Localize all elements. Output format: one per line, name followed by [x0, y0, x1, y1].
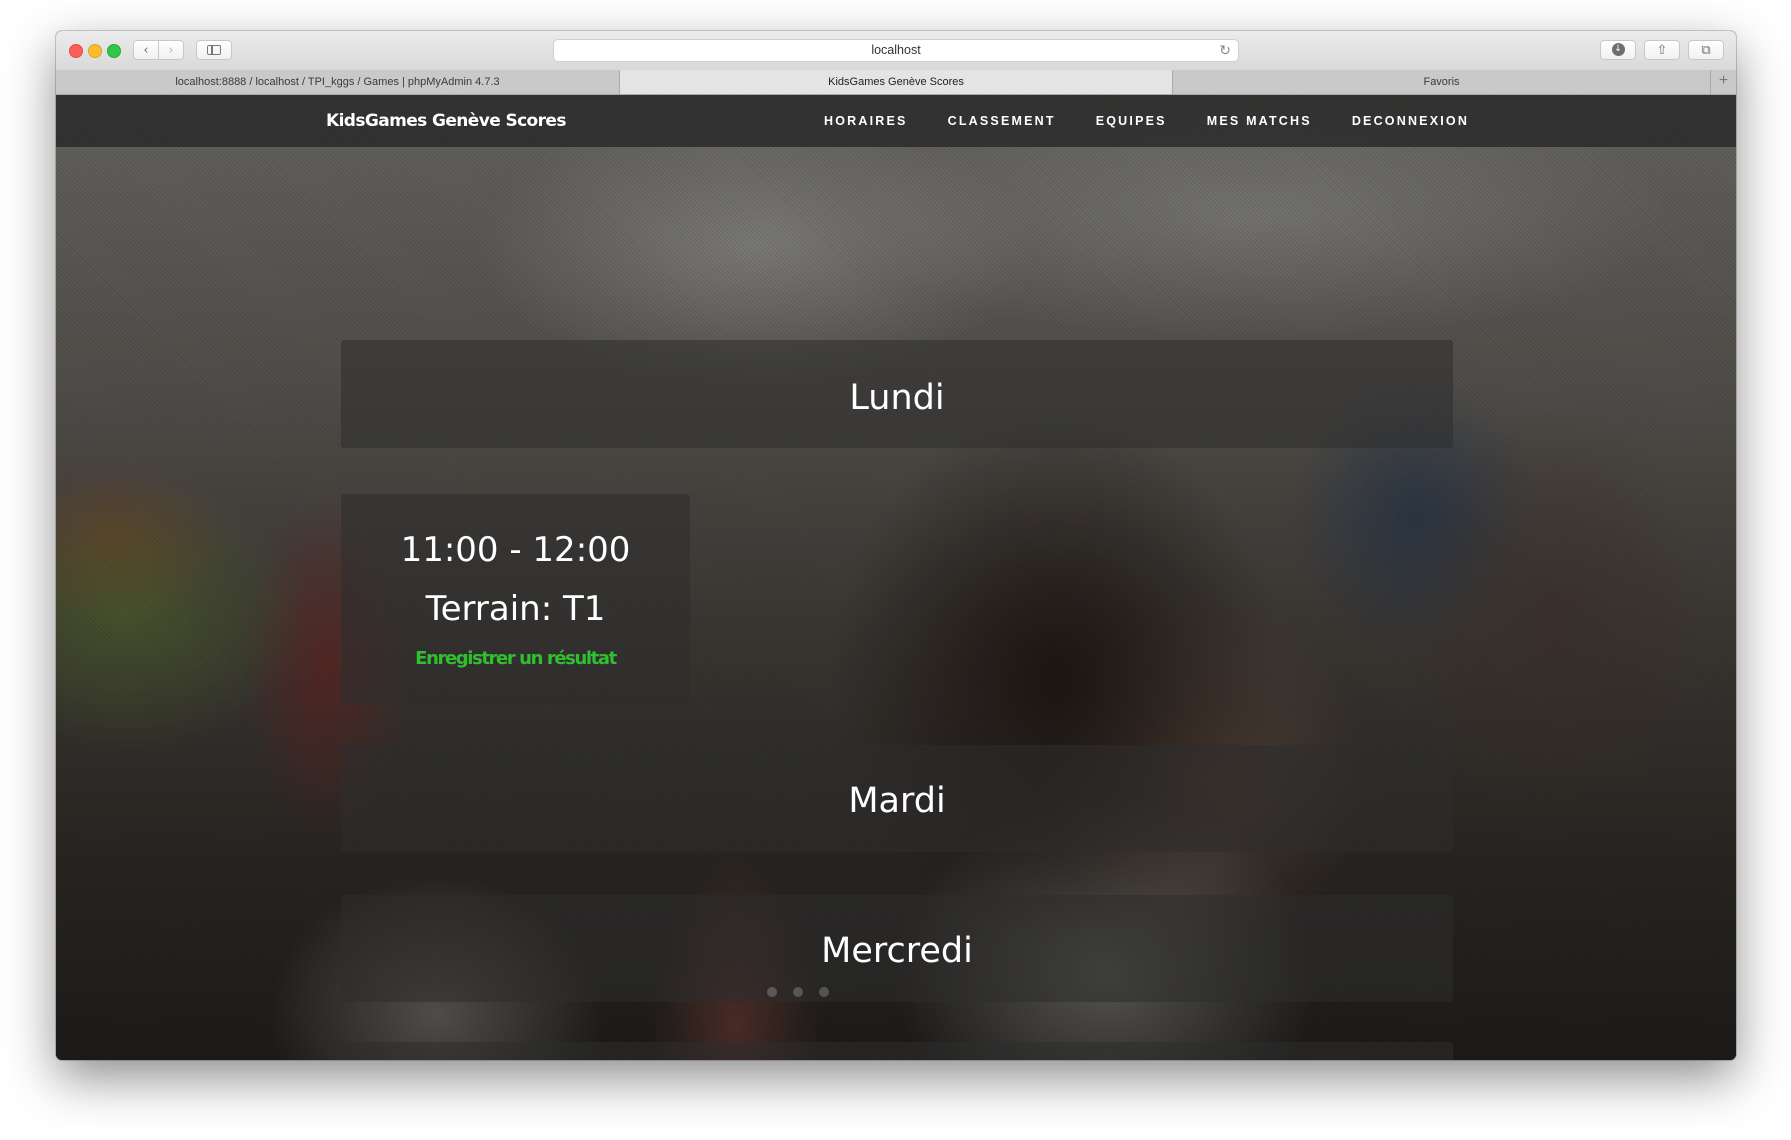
- new-tab-button[interactable]: +: [1711, 70, 1736, 94]
- browser-toolbar: ‹ › localhost ↻ ↓ ⇧ ⧉: [56, 31, 1736, 71]
- nav-deconnexion[interactable]: DECONNEXION: [1352, 95, 1469, 147]
- sidebar-toggle-button[interactable]: [196, 40, 232, 60]
- download-icon: ↓: [1611, 43, 1625, 56]
- address-text: localhost: [871, 43, 921, 57]
- share-icon: ⇧: [1656, 43, 1668, 58]
- record-result-link[interactable]: Enregistrer un résultat: [341, 646, 690, 672]
- carousel-dot[interactable]: [767, 987, 777, 997]
- tab-kidsgames-active[interactable]: KidsGames Genève Scores: [620, 70, 1173, 94]
- day-header-next-partial[interactable]: [341, 1042, 1453, 1060]
- nav-equipes[interactable]: EQUIPES: [1096, 95, 1167, 147]
- day-header-mardi[interactable]: Mardi: [341, 745, 1453, 852]
- match-field: Terrain: T1: [425, 589, 606, 629]
- zoom-window-button[interactable]: [107, 44, 121, 58]
- browser-window: ‹ › localhost ↻ ↓ ⇧ ⧉ localhost:8888 / l…: [56, 31, 1736, 1060]
- nav-links: HORAIRES CLASSEMENT EQUIPES MES MATCHS D…: [824, 95, 1509, 147]
- nav-horaires[interactable]: HORAIRES: [824, 95, 908, 147]
- reload-icon[interactable]: ↻: [1219, 40, 1231, 61]
- schedule-content: Lundi 11:00 - 12:00 Terrain: T1 Enregist…: [56, 95, 1736, 1060]
- site-brand[interactable]: KidsGames Genève Scores: [326, 95, 566, 147]
- carousel-dot[interactable]: [819, 987, 829, 997]
- forward-icon: ›: [168, 43, 174, 58]
- carousel-indicators: [767, 987, 829, 997]
- carousel-dot[interactable]: [793, 987, 803, 997]
- tab-bar: localhost:8888 / localhost / TPI_kggs / …: [56, 70, 1736, 95]
- share-button[interactable]: ⇧: [1644, 40, 1680, 60]
- nav-classement[interactable]: CLASSEMENT: [948, 95, 1056, 147]
- page-viewport: KidsGames Genève Scores HORAIRES CLASSEM…: [56, 95, 1736, 1060]
- show-tabs-button[interactable]: ⧉: [1688, 40, 1724, 60]
- tab-phpmyadmin[interactable]: localhost:8888 / localhost / TPI_kggs / …: [56, 70, 620, 94]
- sidebar-icon: [207, 44, 221, 55]
- back-icon: ‹: [143, 43, 149, 58]
- forward-button[interactable]: ›: [158, 40, 184, 60]
- downloads-button[interactable]: ↓: [1600, 40, 1636, 60]
- day-header-mercredi[interactable]: Mercredi: [341, 895, 1453, 1002]
- close-window-button[interactable]: [69, 44, 83, 58]
- back-button[interactable]: ‹: [133, 40, 159, 60]
- address-bar[interactable]: localhost ↻: [553, 39, 1239, 62]
- day-header-lundi[interactable]: Lundi: [341, 340, 1453, 448]
- tab-favoris[interactable]: Favoris: [1173, 70, 1711, 94]
- match-card: 11:00 - 12:00 Terrain: T1 Enregistrer un…: [341, 494, 690, 704]
- site-navbar: KidsGames Genève Scores HORAIRES CLASSEM…: [56, 95, 1736, 147]
- match-time: 11:00 - 12:00: [400, 530, 631, 570]
- nav-mes-matchs[interactable]: MES MATCHS: [1207, 95, 1312, 147]
- tabs-icon: ⧉: [1701, 43, 1711, 58]
- minimize-window-button[interactable]: [88, 44, 102, 58]
- screen: ‹ › localhost ↻ ↓ ⇧ ⧉ localhost:8888 / l…: [0, 0, 1791, 1140]
